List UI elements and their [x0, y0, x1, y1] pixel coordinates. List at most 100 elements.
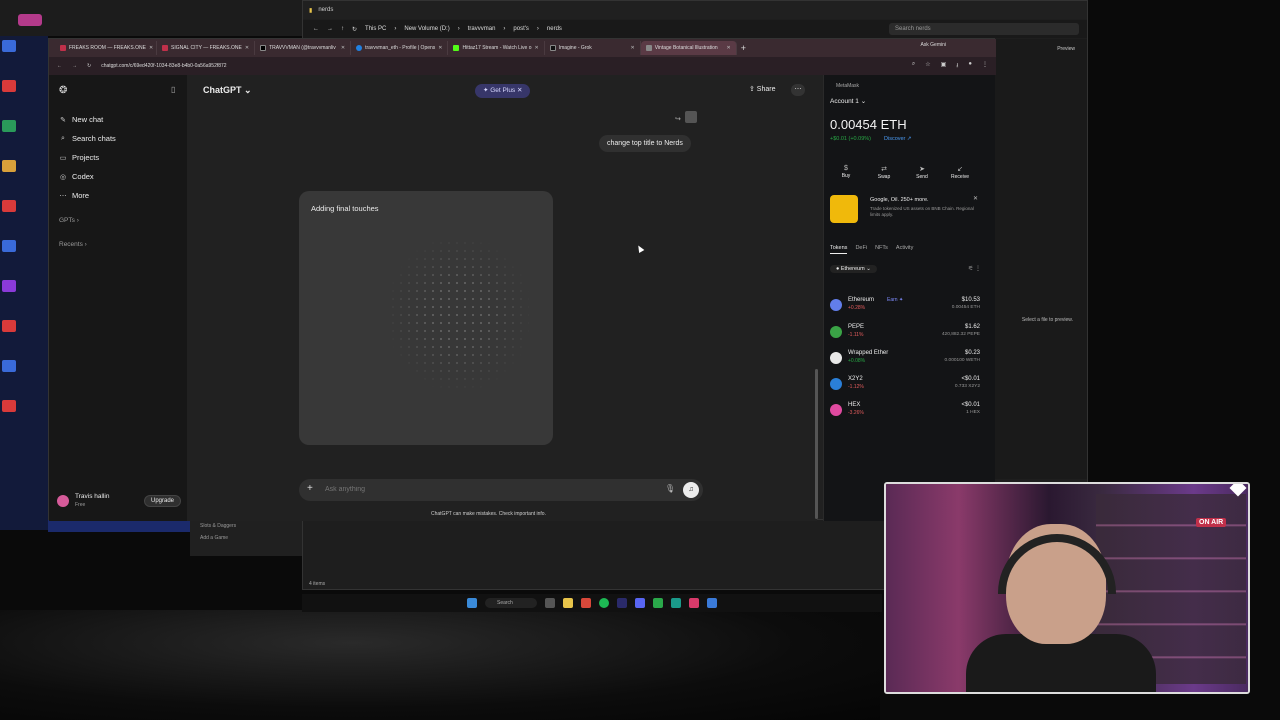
sidebar-toggle-icon[interactable]: ▯	[171, 85, 175, 94]
attached-image-thumbnail[interactable]	[685, 111, 697, 123]
desktop-app-icon[interactable]	[2, 400, 16, 412]
ask-gemini-button[interactable]: Ask Gemini	[920, 42, 946, 48]
more-options-button[interactable]: ⋯	[791, 84, 805, 96]
forward-icon[interactable]: →	[72, 63, 77, 69]
model-selector[interactable]: ChatGPT ⌄	[203, 85, 252, 96]
browser-tab[interactable]: Hittaz17 Stream - Watch Live o ✕	[448, 41, 545, 55]
desktop-app-icon[interactable]	[2, 280, 16, 292]
breadcrumb-item[interactable]: This PC	[365, 26, 386, 32]
sidebar-item-codex[interactable]: ◎ Codex	[59, 172, 94, 181]
close-icon[interactable]: ✕	[341, 45, 345, 51]
buy-button[interactable]: $ Buy	[832, 165, 860, 179]
chrome-icon[interactable]	[581, 598, 591, 608]
swap-button[interactable]: ⇄ Swap	[870, 165, 898, 180]
close-icon[interactable]: ✕	[149, 45, 153, 51]
desktop-app-icon[interactable]	[2, 160, 16, 172]
browser-tab[interactable]: SIGNAL CITY — FREAKS.ONE ✕	[157, 41, 256, 55]
forward-icon[interactable]: →	[327, 26, 333, 32]
app-icon[interactable]	[689, 598, 699, 608]
breadcrumb-item[interactable]: New Volume (D:)	[404, 26, 449, 32]
back-icon[interactable]: ←	[313, 26, 319, 32]
desktop-app-icon[interactable]	[2, 40, 16, 52]
token-row[interactable]: Wrapped Ether +0.08% $0.23 0.000100 WETH	[830, 350, 980, 372]
app-icon[interactable]	[653, 598, 663, 608]
browser-tab[interactable]: FREAKS ROOM — FREAKS.ONE ✕	[55, 41, 157, 55]
token-row[interactable]: HEX -3.26% <$0.01 1 HEX	[830, 402, 980, 424]
token-row[interactable]: Ethereum Earn ✦ +0.28% $10.53 0.00454 ET…	[830, 297, 980, 319]
steam-icon[interactable]	[617, 598, 627, 608]
spotify-icon[interactable]	[599, 598, 609, 608]
close-icon[interactable]: ✕	[245, 45, 249, 51]
browser-tab-active[interactable]: Vintage Botanical Illustration ✕	[640, 41, 737, 55]
sidebar-item-search-chats[interactable]: ⌕ Search chats	[59, 134, 116, 143]
receive-button[interactable]: ↙ Receive	[946, 165, 974, 180]
desktop-app-icon[interactable]	[2, 360, 16, 372]
search-icon[interactable]: ⌕	[912, 61, 915, 71]
explorer-tab-title[interactable]: nerds	[318, 7, 333, 13]
background-tab[interactable]	[18, 14, 42, 26]
task-view-icon[interactable]	[545, 598, 555, 608]
avatar[interactable]	[57, 495, 69, 507]
close-icon[interactable]: ✕	[631, 45, 635, 51]
scrollbar[interactable]	[815, 369, 818, 519]
explorer-search-input[interactable]: Search nerds	[889, 23, 1079, 35]
share-button[interactable]: ⇪ Share	[749, 85, 776, 93]
browser-tab[interactable]: travvvman_eth - Profile | Opens ✕	[351, 41, 449, 55]
close-icon[interactable]: ✕	[535, 45, 539, 51]
send-button[interactable]: ➤ Send	[908, 165, 936, 180]
preview-toggle[interactable]: Preview	[1057, 46, 1075, 52]
tab-activity[interactable]: Activity	[896, 245, 913, 254]
microphone-icon[interactable]: 🎙	[665, 484, 675, 493]
game-list-item[interactable]: Slots & Daggers	[190, 520, 302, 532]
sidebar-item-projects[interactable]: ▭ Projects	[59, 153, 99, 162]
filter-icon[interactable]: ⚟ ⋮	[968, 265, 981, 272]
menu-icon[interactable]: ⋮	[982, 61, 988, 71]
browser-tab[interactable]: TRAVVVMAN (@travvvmanliv ✕	[255, 41, 352, 55]
openai-logo-icon[interactable]: ❂	[59, 85, 67, 96]
promo-banner[interactable]: Google, Oil. 250+ more. Trade tokenized …	[830, 195, 978, 229]
app-icon[interactable]	[707, 598, 717, 608]
sidebar-item-new-chat[interactable]: ✎ New chat	[59, 115, 103, 124]
taskbar-search[interactable]: Search	[485, 598, 537, 608]
network-selector[interactable]: ● Ethereum ⌄	[830, 265, 877, 273]
close-icon[interactable]: ✕	[727, 45, 731, 51]
desktop-app-icon[interactable]	[2, 120, 16, 132]
account-selector[interactable]: Account 1 ⌄	[830, 97, 866, 105]
desktop-app-icon[interactable]	[2, 200, 16, 212]
reload-icon[interactable]: ↻	[87, 63, 91, 69]
tab-nfts[interactable]: NFTs	[875, 245, 888, 254]
profile-icon[interactable]: ●	[968, 61, 972, 71]
tab-tokens[interactable]: Tokens	[830, 245, 848, 254]
refresh-icon[interactable]: ↻	[352, 26, 357, 33]
token-row[interactable]: PEPE -1.11% $1.62 420,882.32 PEPE	[830, 324, 980, 346]
start-icon[interactable]	[467, 598, 477, 608]
add-game-button[interactable]: Add a Game	[190, 532, 302, 544]
new-tab-button[interactable]: +	[737, 43, 746, 53]
voice-mode-icon[interactable]: ♫	[683, 482, 699, 498]
desktop-app-icon[interactable]	[2, 80, 16, 92]
url-input[interactable]: chatgpt.com/c/69ed420f-1034-83e8-b4b0-0a…	[101, 63, 226, 69]
download-icon[interactable]: ⭳	[956, 61, 958, 71]
browser-tab[interactable]: Imagine - Grok ✕	[545, 41, 641, 55]
breadcrumb-item[interactable]: travvvman	[468, 26, 496, 32]
breadcrumb-item[interactable]: nerds	[547, 26, 562, 32]
explorer-icon[interactable]	[563, 598, 573, 608]
token-row[interactable]: X2Y2 -1.12% <$0.01 0.733 X2Y2	[830, 376, 980, 398]
extension-icon[interactable]: ▣	[941, 61, 947, 71]
discord-icon[interactable]	[635, 598, 645, 608]
explorer-address-bar[interactable]: ← → ↑ ↻ This PC › New Volume (D:) › trav…	[303, 20, 1087, 38]
user-profile-row[interactable]: Travis hallin Free Upgrade	[57, 493, 181, 513]
desktop-app-icon[interactable]	[2, 320, 16, 332]
discover-link[interactable]: Discover ↗	[884, 136, 912, 142]
bookmark-star-icon[interactable]: ☆	[925, 61, 930, 71]
get-plus-button[interactable]: ✦ Get Plus ✕	[475, 84, 531, 98]
upgrade-button[interactable]: Upgrade	[143, 495, 181, 507]
sidebar-recents[interactable]: Recents ›	[59, 241, 87, 248]
close-icon[interactable]: ✕	[973, 195, 978, 202]
earn-badge[interactable]: Earn ✦	[887, 297, 903, 303]
close-icon[interactable]: ✕	[438, 45, 442, 51]
sidebar-item-more[interactable]: ⋯ More	[59, 191, 90, 200]
tab-defi[interactable]: DeFi	[855, 245, 867, 254]
desktop-app-icon[interactable]	[2, 240, 16, 252]
up-icon[interactable]: ↑	[341, 26, 344, 32]
